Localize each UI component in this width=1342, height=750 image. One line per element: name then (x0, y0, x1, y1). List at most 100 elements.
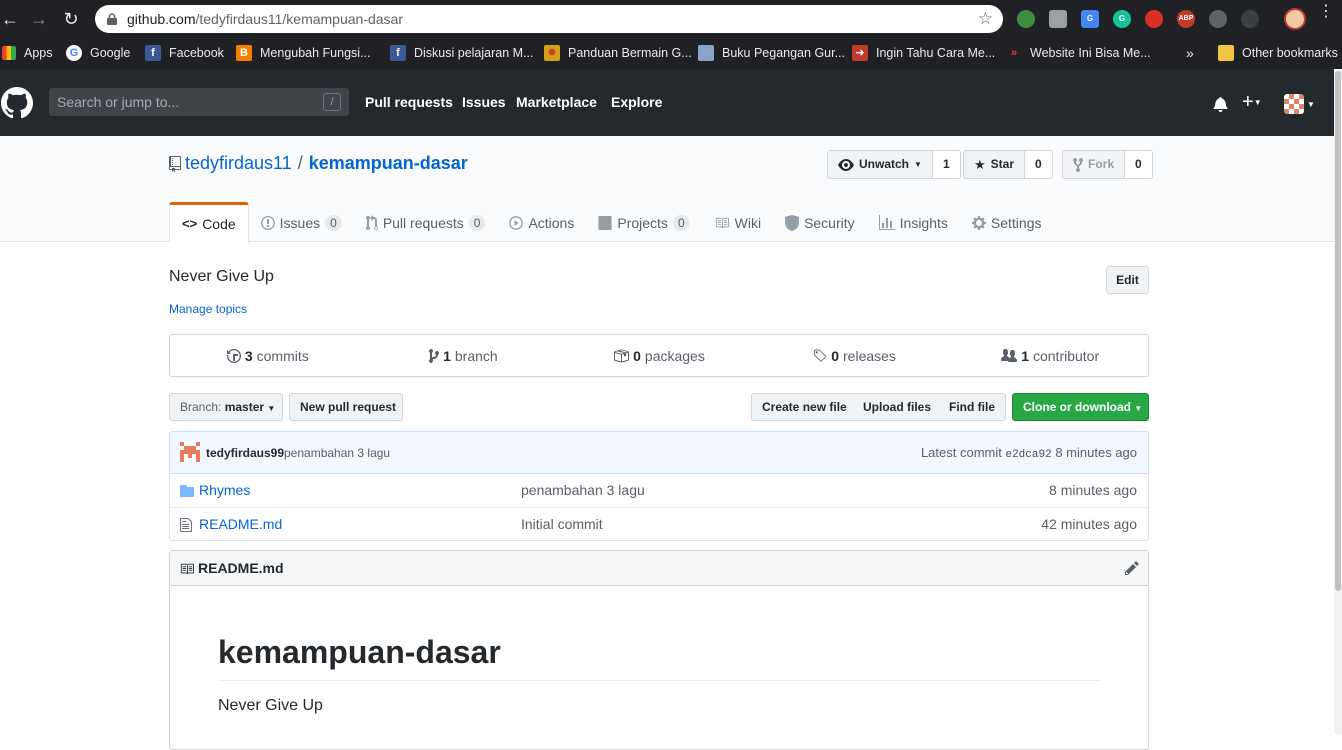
commits-link[interactable]: 3 commits (170, 335, 366, 376)
facebook-icon: f (390, 45, 406, 61)
book-icon (180, 563, 194, 575)
create-new-plus-icon[interactable]: +▼ (1242, 91, 1262, 114)
bookmark-facebook[interactable]: f Facebook (145, 44, 224, 62)
nav-issues[interactable]: Issues (462, 94, 506, 110)
github-logo-icon[interactable] (1, 87, 33, 119)
readme-header: README.md (170, 551, 1148, 586)
repo-name-link[interactable]: kemampuan-dasar (309, 153, 468, 174)
watchers-count[interactable]: 1 (932, 150, 961, 179)
contributors-link[interactable]: 1 contributor (952, 335, 1148, 376)
commit-message-link[interactable]: penambahan 3 lagu (284, 446, 390, 460)
eye-icon (838, 158, 854, 171)
repo-title: tedyfirdaus11 / kemampuan-dasar (169, 153, 468, 174)
extension-grammarly-icon[interactable]: G (1113, 10, 1131, 28)
address-bar[interactable]: github.com/tedyfirdaus11/kemampuan-dasar… (95, 5, 1003, 33)
stargazers-count[interactable]: 0 (1025, 150, 1053, 179)
edit-description-button[interactable]: Edit (1106, 266, 1149, 294)
create-new-file-button[interactable]: Create new file (751, 393, 858, 421)
unwatch-button[interactable]: Unwatch ▼ (827, 150, 933, 179)
bookmark-ingin-tahu[interactable]: ➜ Ingin Tahu Cara Me... (852, 44, 995, 62)
pull-requests-counter: 0 (468, 214, 486, 231)
history-icon (226, 348, 241, 363)
issues-counter: 0 (325, 214, 342, 231)
extension-misc-icon[interactable] (1241, 10, 1259, 28)
bookmark-google[interactable]: G Google (66, 44, 130, 62)
tab-pull-requests[interactable]: Pull requests 0 (354, 202, 498, 243)
user-avatar-menu[interactable]: ▼ (1284, 94, 1315, 114)
file-name-link[interactable]: README.md (199, 516, 282, 532)
table-row: Rhymes penambahan 3 lagu 8 minutes ago (170, 474, 1148, 507)
browser-profile-avatar[interactable] (1284, 8, 1306, 30)
clone-or-download-button[interactable]: Clone or download ▼ (1012, 393, 1149, 421)
manage-topics-link[interactable]: Manage topics (169, 302, 247, 316)
branch-select-button[interactable]: Branch: master ▼ (169, 393, 283, 421)
avatar[interactable] (180, 442, 200, 462)
other-bookmarks-folder[interactable]: Other bookmarks (1218, 44, 1338, 62)
extension-translate-icon[interactable]: G (1081, 10, 1099, 28)
nav-explore[interactable]: Explore (611, 94, 662, 110)
file-list: Rhymes penambahan 3 lagu 8 minutes ago R… (169, 474, 1149, 541)
search-input[interactable]: Search or jump to... / (49, 88, 349, 116)
tab-actions[interactable]: Actions (497, 202, 586, 243)
commit-sha-link[interactable]: e2dca92 (1005, 449, 1051, 461)
new-pull-request-button[interactable]: New pull request (289, 393, 403, 421)
repo-icon (169, 155, 181, 172)
file-commit-message-link[interactable]: penambahan 3 lagu (521, 482, 645, 498)
repository-header: tedyfirdaus11 / kemampuan-dasar Unwatch ▼… (0, 136, 1334, 243)
repo-owner-link[interactable]: tedyfirdaus11 (185, 153, 292, 174)
nav-pull-requests[interactable]: Pull requests (365, 94, 453, 110)
extension-adblock-icon[interactable]: ABP (1177, 10, 1195, 28)
tab-wiki[interactable]: Wiki (702, 202, 773, 243)
tab-settings[interactable]: Settings (960, 202, 1054, 243)
tab-projects[interactable]: Projects 0 (586, 202, 701, 243)
bookmark-mengubah-fungsi[interactable]: B Mengubah Fungsi... (236, 44, 371, 62)
google-icon: G (66, 45, 82, 61)
repo-summary: 3 commits 1 branch 0 packages 0 releases… (169, 334, 1149, 377)
find-file-button[interactable]: Find file (939, 393, 1006, 421)
star-burst-icon: ✸ (544, 45, 560, 61)
extension-puzzle-icon[interactable] (1049, 10, 1067, 28)
commit-meta: Latest commit e2dca92 8 minutes ago (920, 445, 1137, 461)
tab-security[interactable]: Security (773, 202, 867, 243)
releases-link[interactable]: 0 releases (757, 335, 953, 376)
bookmark-buku-pegangan[interactable]: Buku Pegangan Gur... (698, 44, 845, 62)
forks-count[interactable]: 0 (1125, 150, 1153, 179)
browser-menu-icon[interactable]: ⋮ (1318, 4, 1334, 20)
browser-toolbar: ← → ↻ github.com/tedyfirdaus11/kemampuan… (0, 0, 1342, 38)
tab-insights[interactable]: Insights (867, 202, 960, 243)
bookmark-diskusi-pelajaran[interactable]: f Diskusi pelajaran M... (390, 44, 534, 62)
packages-link[interactable]: 0 packages (561, 335, 757, 376)
extension-drive-icon[interactable] (1209, 10, 1227, 28)
readme-box: README.md kemampuan-dasar Never Give Up (169, 550, 1149, 750)
search-shortcut-key: / (323, 93, 341, 111)
repo-tabs: <> Code Issues 0 Pull requests 0 Actions… (169, 202, 1053, 243)
pencil-icon[interactable] (1125, 560, 1139, 576)
upload-files-button[interactable]: Upload files (853, 393, 943, 421)
bookmarks-overflow-button[interactable]: » (1186, 44, 1194, 62)
bookmark-panduan-bermain[interactable]: ✸ Panduan Bermain G... (544, 44, 692, 62)
reload-icon[interactable]: ↻ (61, 9, 81, 29)
extension-globe-icon[interactable] (1017, 10, 1035, 28)
readme-filename: README.md (198, 560, 284, 576)
star-icon: ★ (974, 157, 986, 172)
star-button[interactable]: ★ Star (963, 150, 1025, 179)
commit-author-link[interactable]: tedyfirdaus99 (206, 446, 284, 460)
gear-icon (971, 215, 986, 230)
page-scrollbar[interactable] (1334, 69, 1342, 734)
back-arrow-icon[interactable]: ← (0, 9, 20, 29)
forward-arrow-icon[interactable]: → (29, 9, 49, 29)
scrollbar-thumb[interactable] (1335, 71, 1341, 591)
bookmark-star-icon[interactable]: ☆ (978, 9, 993, 29)
fork-button[interactable]: Fork (1062, 150, 1126, 179)
tab-code[interactable]: <> Code (169, 202, 249, 243)
branches-link[interactable]: 1 branch (366, 335, 562, 376)
bookmark-website-ini[interactable]: » Website Ini Bisa Me... (1006, 44, 1151, 62)
notification-bell-icon[interactable] (1213, 96, 1228, 112)
graph-icon (878, 214, 895, 230)
bookmark-apps[interactable]: Apps (2, 44, 53, 62)
file-name-link[interactable]: Rhymes (199, 482, 250, 498)
file-commit-message-link[interactable]: Initial commit (521, 516, 603, 532)
extension-stop-icon[interactable] (1145, 10, 1163, 28)
nav-marketplace[interactable]: Marketplace (516, 94, 597, 110)
tab-issues[interactable]: Issues 0 (249, 202, 354, 243)
